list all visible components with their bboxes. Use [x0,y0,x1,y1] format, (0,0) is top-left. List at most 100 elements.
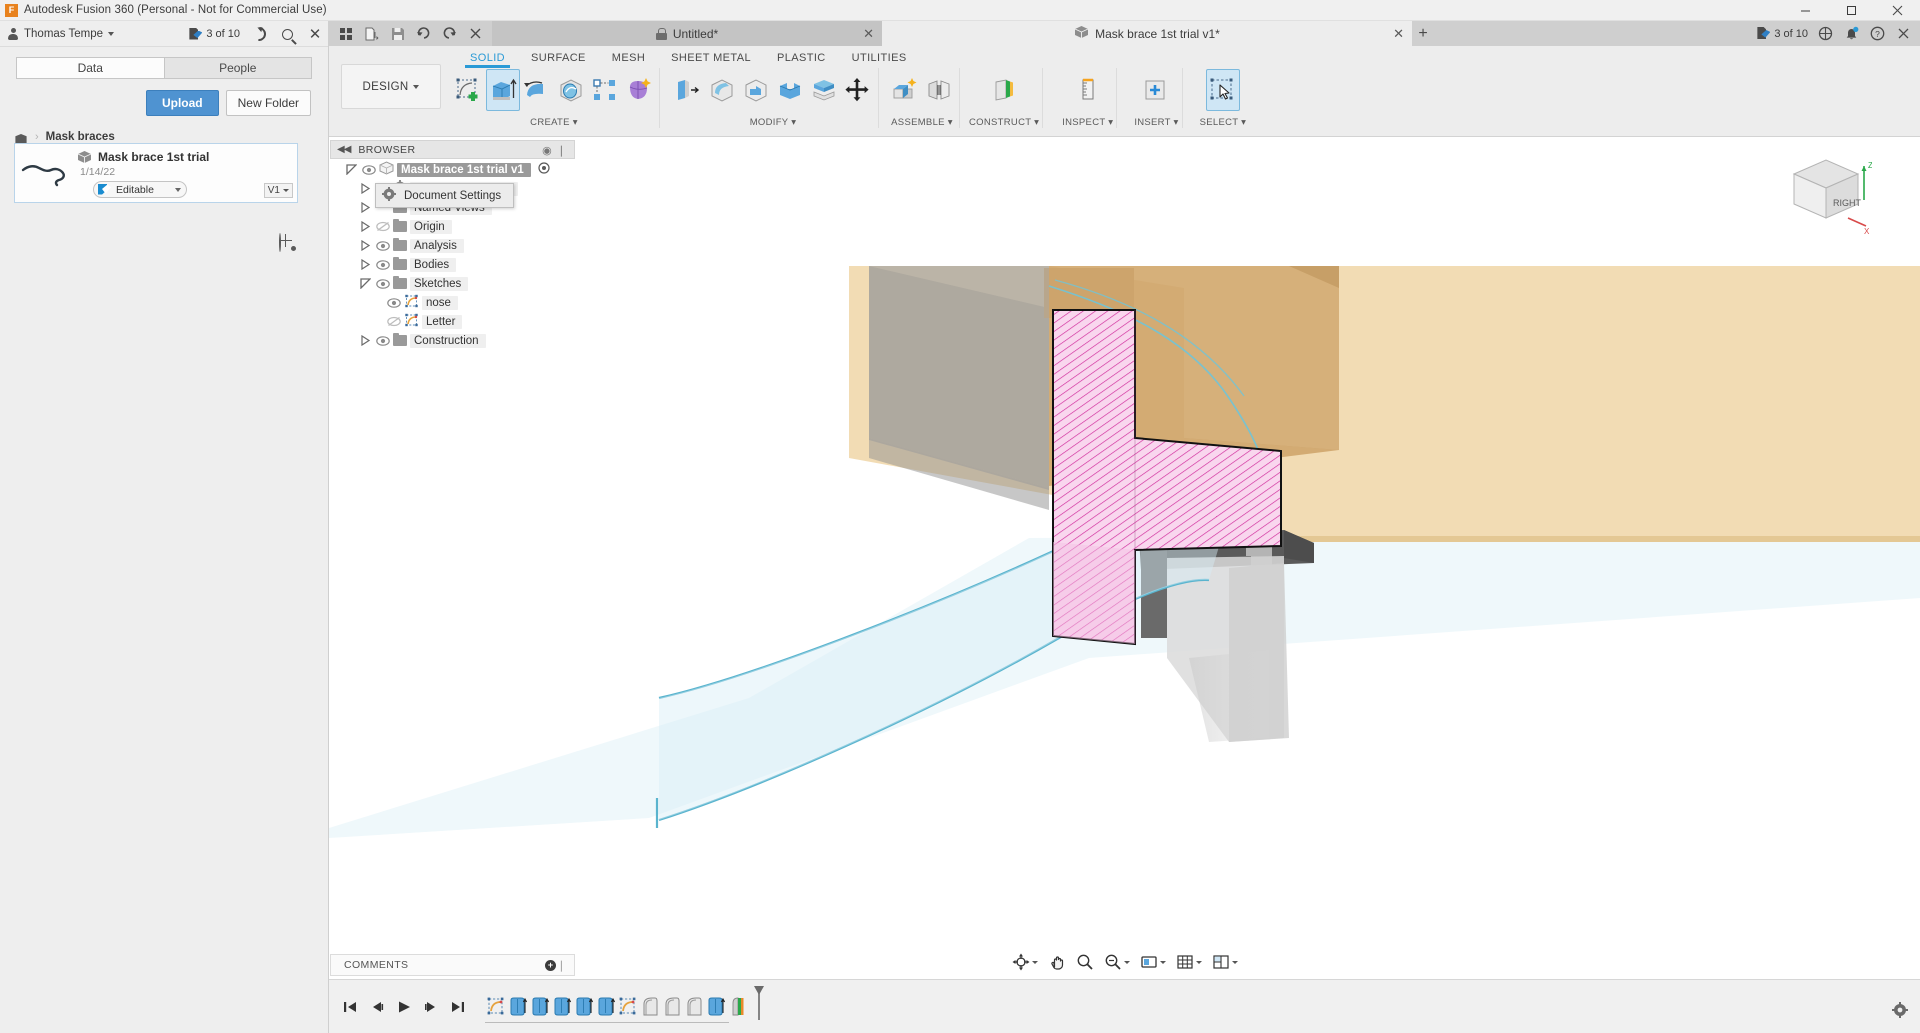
ribbon-group-label[interactable]: CONSTRUCT ▾ [969,117,1039,128]
timeline-feature-extrude[interactable] [530,996,550,1017]
visibility-off-icon[interactable] [386,315,401,328]
context-menu[interactable]: Document Settings [375,183,514,208]
extensions-icon[interactable] [1813,21,1838,46]
timeline-feature-sketch[interactable] [486,996,506,1017]
tree-node-root[interactable]: Mask brace 1st trial v1 [330,160,575,179]
workspace-selector[interactable]: DESIGN [341,64,441,109]
project-settings-icon[interactable] [279,234,295,250]
close-icon[interactable]: ✕ [1393,27,1404,40]
timeline-feature-fillet[interactable] [662,996,682,1017]
document-tab-mask-brace[interactable]: Mask brace 1st trial v1* ✕ [882,21,1412,46]
maximize-button[interactable] [1828,0,1874,21]
undo-icon[interactable] [411,21,436,46]
step-forward-icon[interactable] [422,997,440,1017]
pattern-icon[interactable] [588,69,622,111]
display-settings-button[interactable] [1136,950,1170,974]
step-back-icon[interactable] [368,997,386,1017]
context-menu-item-document-settings[interactable]: Document Settings [376,184,513,207]
close-panel-button[interactable]: ✕ [302,21,328,47]
skip-end-icon[interactable] [449,997,467,1017]
tree-node-origin[interactable]: Origin [330,217,575,236]
create-sketch-icon[interactable] [452,69,486,111]
zoom-window-button[interactable] [1100,950,1134,974]
revolve-icon[interactable] [520,69,554,111]
file-version-selector[interactable]: V1 [264,183,293,198]
timeline-feature-fillet[interactable] [684,996,704,1017]
job-status[interactable]: 3 of 10 [189,28,244,41]
select-cursor-icon[interactable] [1206,69,1240,111]
viewports-button[interactable] [1208,950,1242,974]
tab-data[interactable]: Data [16,57,165,79]
ribbon-group-label[interactable]: INSPECT ▾ [1062,117,1113,128]
tree-node-letter[interactable]: Letter [330,312,575,331]
expander-closed-icon[interactable] [358,202,372,213]
breadcrumb-folder-label[interactable]: Mask braces [46,131,115,143]
home-icon[interactable] [14,130,28,143]
visibility-icon[interactable] [375,258,390,271]
tree-node-bodies[interactable]: Bodies [330,255,575,274]
file-permission-badge[interactable]: Editable [93,181,187,198]
component-activate-icon[interactable] [538,162,550,177]
tab-people[interactable]: People [165,57,313,79]
insert-derive-icon[interactable] [1139,69,1173,111]
timeline-feature-sketch[interactable] [618,996,638,1017]
minimize-button[interactable] [1782,0,1828,21]
notifications-icon[interactable] [1839,21,1864,46]
tree-node-analysis[interactable]: Analysis [330,236,575,255]
close-icon[interactable]: ✕ [863,27,874,40]
timeline-feature-appearance[interactable] [728,996,748,1017]
ribbon-tab-mesh[interactable]: MESH [599,50,658,68]
shell-icon[interactable] [739,69,773,111]
expander-closed-icon[interactable] [358,335,372,346]
save-icon[interactable] [385,21,410,46]
refresh-button[interactable] [246,21,272,47]
ribbon-tab-surface[interactable]: SURFACE [518,50,599,68]
tree-node-sketches[interactable]: Sketches [330,274,575,293]
joint-icon[interactable] [922,69,956,111]
browser-options-icon[interactable]: ◉ ❘ [542,144,567,157]
ribbon-group-label[interactable]: INSERT ▾ [1134,117,1178,128]
ribbon-tab-sheet-metal[interactable]: SHEET METAL [658,50,764,68]
skip-start-icon[interactable] [341,997,359,1017]
view-cube[interactable]: RIGHT Z X [1786,156,1872,236]
visibility-icon[interactable] [386,296,401,309]
new-folder-button[interactable]: New Folder [226,90,311,116]
timeline-feature-extrude[interactable] [508,996,528,1017]
timeline-feature-extrude[interactable] [706,996,726,1017]
user-menu[interactable]: Thomas Tempe [7,28,114,40]
timeline-feature-extrude[interactable] [552,996,572,1017]
ribbon-group-label[interactable]: SELECT ▾ [1200,117,1247,128]
grid-icon[interactable] [333,21,358,46]
press-pull-icon[interactable] [671,69,705,111]
expander-open-icon[interactable] [358,278,372,289]
file-card[interactable]: Mask brace 1st trial 1/14/22 Editable V1 [14,143,298,203]
visibility-icon[interactable] [361,163,376,176]
viewport-canvas[interactable]: ◀◀ BROWSER ◉ ❘ [329,138,1920,979]
visibility-off-icon[interactable] [375,220,390,233]
help-icon[interactable]: ? [1865,21,1890,46]
sweep-icon[interactable] [554,69,588,111]
close-doc-icon[interactable] [463,21,488,46]
expander-closed-icon[interactable] [358,183,372,194]
timeline-end-marker[interactable] [753,986,763,1025]
timeline-feature-extrude[interactable] [574,996,594,1017]
upload-button[interactable]: Upload [146,90,219,116]
play-icon[interactable] [395,997,413,1017]
tree-node-construction[interactable]: Construction [330,331,575,350]
expander-closed-icon[interactable] [358,221,372,232]
visibility-icon[interactable] [375,239,390,252]
expander-open-icon[interactable] [344,164,358,175]
timeline-settings-button[interactable] [1892,1002,1908,1023]
new-tab-button[interactable]: + [1412,21,1434,46]
split-body-icon[interactable] [807,69,841,111]
ribbon-group-label[interactable]: CREATE ▾ [530,117,578,128]
orbit-button[interactable] [1008,950,1042,974]
ribbon-group-label[interactable]: MODIFY ▾ [750,117,797,128]
ribbon-tab-utilities[interactable]: UTILITIES [839,50,920,68]
new-file-icon[interactable] [359,21,384,46]
ribbon-group-label[interactable]: ASSEMBLE ▾ [891,117,953,128]
resize-grip-icon[interactable]: ❘ [557,959,566,972]
pan-button[interactable] [1044,950,1070,974]
expander-closed-icon[interactable] [358,240,372,251]
ribbon-tab-plastic[interactable]: PLASTIC [764,50,839,68]
